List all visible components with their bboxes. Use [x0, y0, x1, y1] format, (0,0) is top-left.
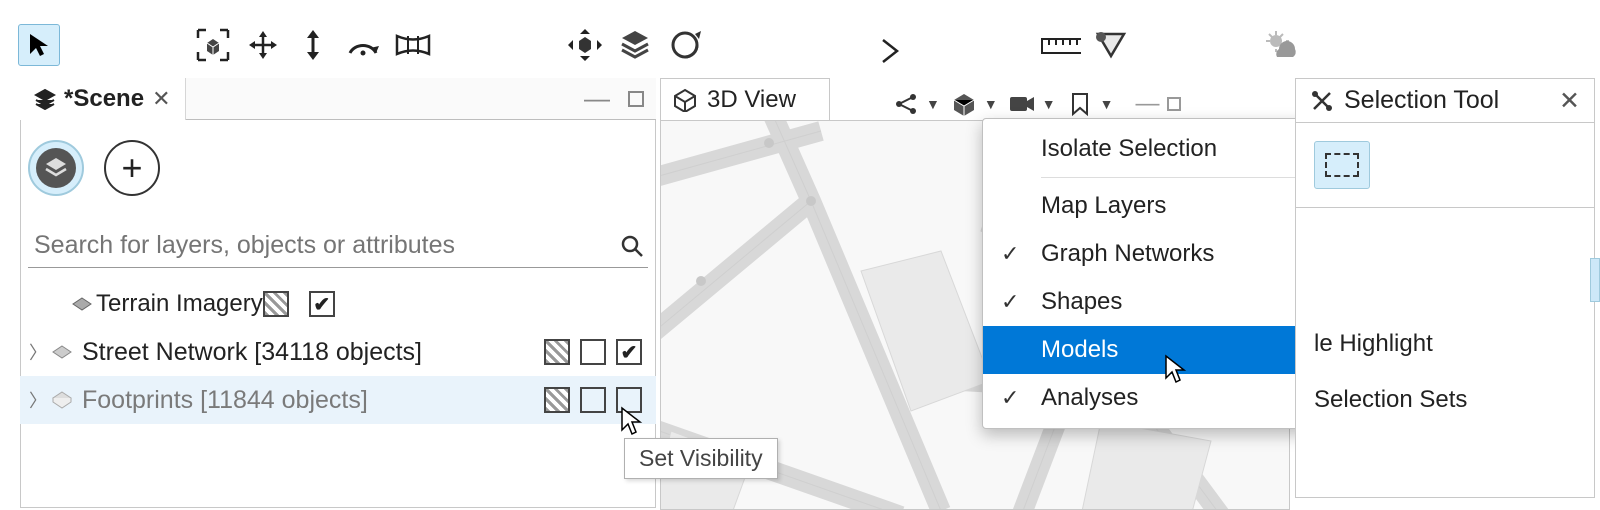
terrain-layer-icon [68, 296, 96, 312]
maximize-icon[interactable] [628, 91, 644, 107]
add-layer-button[interactable]: + [104, 140, 160, 196]
camera-button[interactable] [1006, 88, 1038, 120]
plus-icon: + [121, 147, 142, 189]
orbit-3d-button[interactable] [564, 24, 606, 66]
selection-tool-panel: Selection Tool ✕ le Highlight Selection … [1295, 78, 1595, 498]
cube-button[interactable] [948, 88, 980, 120]
layer-visibility-toggle[interactable] [616, 387, 642, 413]
maximize-icon[interactable] [1167, 97, 1181, 111]
scene-tab-label: *Scene [64, 85, 144, 113]
layers-icon [44, 156, 68, 180]
scene-tab-empty-area: — [186, 78, 657, 119]
street-layer-icon [48, 344, 76, 360]
graph-share-icon [894, 92, 918, 116]
selection-tool-tab[interactable]: Selection Tool ✕ [1296, 79, 1594, 123]
close-icon[interactable]: ✕ [1559, 86, 1580, 116]
layer-sel-toggle[interactable] [544, 339, 570, 365]
view3d-label: 3D View [707, 86, 796, 114]
layer-row-terrain[interactable]: Terrain Imagery ✔ [20, 280, 656, 328]
cube-solid-icon [952, 92, 976, 116]
layers-mini-icon [34, 88, 56, 110]
weather-tool-button[interactable] [1262, 24, 1304, 66]
layer-visibility-toggle[interactable]: ✔ [309, 291, 335, 317]
dropdown-caret-icon[interactable]: ▼ [984, 96, 998, 112]
rotate-arc-icon [346, 31, 380, 59]
move-tool-button[interactable] [242, 24, 284, 66]
check-icon: ✓ [1001, 289, 1041, 315]
marquee-select-button[interactable] [1314, 141, 1370, 189]
marquee-rect-icon [1325, 153, 1359, 177]
dropdown-caret-icon[interactable]: ▼ [1100, 96, 1114, 112]
cube-outline-icon [673, 88, 697, 112]
scene-tab-close-icon[interactable]: ✕ [152, 86, 170, 112]
select-tool-button[interactable] [18, 24, 60, 66]
move-arrows-icon [247, 29, 279, 61]
minimize-icon[interactable]: — [1135, 90, 1159, 118]
layer-sel-toggle[interactable] [263, 291, 289, 317]
check-icon: ✓ [1001, 241, 1041, 267]
scene-search-row [28, 224, 648, 268]
globe-arrow-icon [667, 28, 703, 62]
frame-cube-icon [196, 28, 230, 62]
layers-mode-button[interactable] [28, 140, 84, 196]
dropdown-caret-icon[interactable]: ▼ [1042, 96, 1056, 112]
divider [1296, 207, 1594, 208]
footprints-layer-icon [48, 390, 76, 410]
layer-row-street[interactable]: 〉 Street Network [34118 objects] ✔ [20, 328, 656, 376]
search-icon[interactable] [620, 234, 644, 258]
view3d-tab[interactable]: 3D View [660, 78, 830, 120]
ruler-tool-button[interactable] [1040, 24, 1082, 66]
visibility-tooltip: Set Visibility [624, 438, 778, 479]
vertical-arrows-icon [298, 29, 328, 61]
layer-list: Terrain Imagery ✔ 〉 Street Network [3411… [20, 280, 656, 424]
layer-visibility-toggle[interactable]: ✔ [616, 339, 642, 365]
camera-icon [1009, 94, 1035, 114]
layer-row-footprints[interactable]: 〉 Footprints [11844 objects] [20, 376, 656, 424]
filter-triangle-icon [1094, 30, 1128, 60]
minimize-icon[interactable]: — [584, 83, 610, 114]
layer-lock-toggle[interactable] [580, 339, 606, 365]
sun-cloud-icon [1263, 29, 1303, 61]
selection-highlight-item[interactable]: le Highlight [1314, 316, 1576, 372]
push-pull-button[interactable] [292, 24, 334, 66]
scene-tab[interactable]: *Scene ✕ [20, 78, 186, 120]
selection-sets-item[interactable]: Selection Sets [1314, 372, 1576, 428]
scene-search-input[interactable] [32, 230, 620, 261]
layer-sel-toggle[interactable] [544, 387, 570, 413]
panorama-tool-button[interactable] [392, 24, 434, 66]
layer-label: Terrain Imagery [96, 290, 263, 318]
filter-tool-button[interactable] [1090, 24, 1132, 66]
scene-tabbar: *Scene ✕ — [20, 78, 656, 120]
orbit-cube-icon [565, 27, 605, 63]
check-icon: ✓ [1001, 385, 1041, 411]
globe-arrow-button[interactable] [664, 24, 706, 66]
rotate-tool-button[interactable] [342, 24, 384, 66]
frame-cube-button[interactable] [192, 24, 234, 66]
ruler-icon [1041, 34, 1081, 56]
graph-share-button[interactable] [890, 88, 922, 120]
right-scroll-indicator [1590, 258, 1600, 302]
bookmark-button[interactable] [1064, 88, 1096, 120]
bookmark-icon [1071, 92, 1089, 116]
breadcrumb-chevron-icon [880, 36, 902, 66]
tools-crossed-icon [1310, 89, 1334, 113]
layers-stack-icon [618, 28, 652, 62]
cursor-arrow-icon [26, 32, 52, 58]
panorama-icon [394, 31, 432, 59]
expand-icon[interactable]: 〉 [28, 339, 48, 365]
layer-label: Footprints [11844 objects] [76, 386, 544, 415]
layers-stack-button[interactable] [614, 24, 656, 66]
dropdown-caret-icon[interactable]: ▼ [926, 96, 940, 112]
expand-icon[interactable]: 〉 [28, 387, 48, 413]
selection-tool-title: Selection Tool [1344, 86, 1499, 115]
layer-label: Street Network [34118 objects] [76, 338, 544, 367]
layer-lock-toggle[interactable] [580, 387, 606, 413]
